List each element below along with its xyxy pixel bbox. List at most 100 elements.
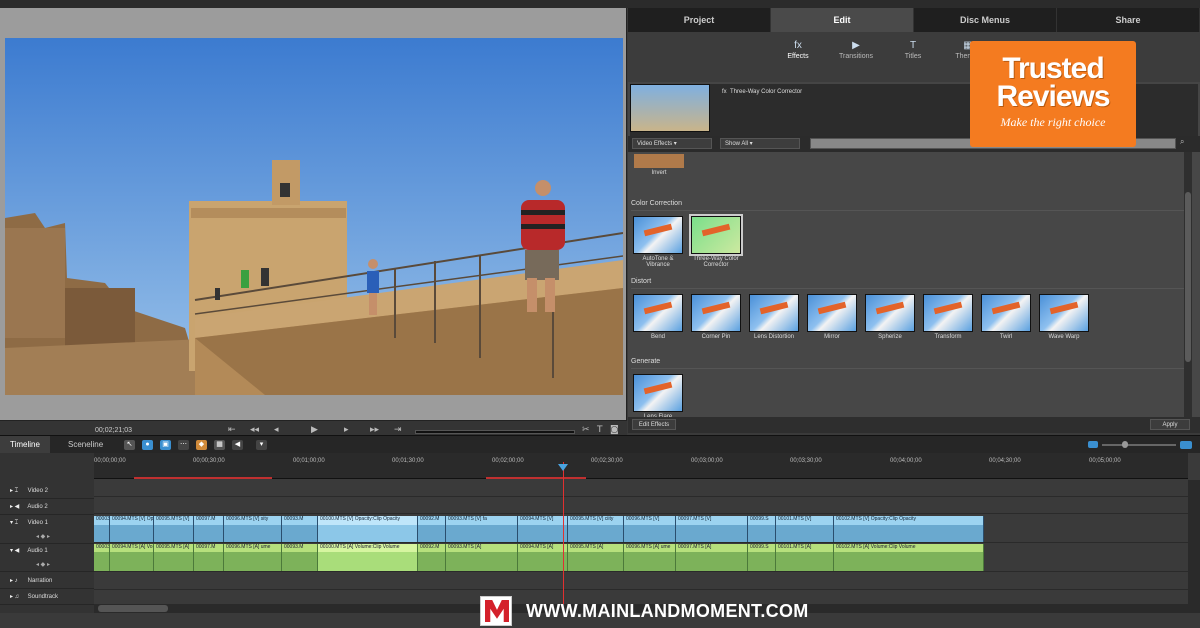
video-clip[interactable]: 00097.M (194, 516, 224, 542)
subtab-titles[interactable]: T Titles (883, 40, 943, 60)
volume-icon[interactable]: ◀ (232, 440, 243, 450)
zoom-in-icon[interactable] (1180, 441, 1192, 449)
audio-clip[interactable]: 00094.MTS [A] Volume:Clip Volume (110, 544, 154, 571)
track-narration[interactable] (94, 573, 1188, 590)
camera-icon[interactable]: ◙ (610, 425, 619, 435)
effect-transform[interactable]: Transform (921, 294, 975, 340)
audio-clip[interactable]: 00096.MTS [A] ume (624, 544, 676, 571)
audio-clip[interactable]: 00093.MTS [A] (446, 544, 518, 571)
effects-scrollbar[interactable] (1184, 152, 1192, 420)
effect-label: Wave Warp (1048, 334, 1080, 340)
goto-end-icon[interactable]: ⇥ (394, 425, 402, 435)
smart-icon[interactable]: ▣ (160, 440, 171, 450)
audio-clip[interactable]: 00101.MTS [A] (776, 544, 834, 571)
category-dropdown[interactable]: Video Effects ▾ (632, 138, 712, 149)
marker-drop-icon[interactable]: ▾ (256, 440, 267, 450)
search-icon[interactable]: ⌕ (1180, 137, 1184, 147)
track-audio-2[interactable] (94, 497, 1188, 514)
playhead[interactable] (563, 462, 564, 612)
play-icon[interactable]: ▶ (311, 425, 318, 435)
audio-clip[interactable]: 00100.MTS [A] Volume:Clip Volume (318, 544, 418, 571)
scrub-bar[interactable] (415, 430, 575, 434)
audio-clip[interactable]: 00092.M (418, 544, 446, 571)
video-clip[interactable]: 00097.MTS [V] (676, 516, 748, 542)
tab-sceneline[interactable]: Sceneline (58, 436, 113, 454)
video-clip[interactable]: 00094.MTS [V] Opacity:Clip Opacity (110, 516, 154, 542)
effect-bend[interactable]: Bend (631, 294, 685, 340)
video-clip[interactable]: 00095.MTS [V] ciity (568, 516, 624, 542)
video-preview[interactable] (5, 38, 623, 395)
timeline-vertical-scrollbar[interactable] (1188, 480, 1200, 613)
audio-clip[interactable]: 00097.MTS [A] (676, 544, 748, 571)
prev-frame-icon[interactable]: ◂ (274, 425, 279, 435)
show-dropdown[interactable]: Show All ▾ (720, 138, 800, 149)
zoom-slider-thumb[interactable] (1122, 441, 1128, 448)
video-clip[interactable]: 00095.MTS [V] (154, 516, 194, 542)
video-clip[interactable]: 00096.MTS [V] sity (224, 516, 282, 542)
clip-label: 00096.MTS [A] ume (226, 544, 271, 550)
rewind-start-icon[interactable]: ⇤ (228, 425, 236, 435)
video-clip[interactable]: 00100.MTS [V] Opacity:Clip Opacity (318, 516, 418, 542)
audio-clip[interactable]: 00095.MTS [A] (154, 544, 194, 571)
video-clip[interactable]: 00102.MTS [V] Opacity:Clip Opacity (834, 516, 984, 542)
track-video-2[interactable] (94, 480, 1188, 497)
effect-lens-distortion[interactable]: Lens Distortion (747, 294, 801, 340)
tab-project[interactable]: Project (628, 8, 771, 32)
video-clip[interactable]: 00003. (94, 516, 110, 542)
video-clip[interactable]: 00094.MTS [V] (518, 516, 568, 542)
tab-share[interactable]: Share (1057, 8, 1200, 32)
marker-icon[interactable]: ⋯ (178, 440, 189, 450)
zoom-out-icon[interactable] (1088, 441, 1098, 448)
effect-lens-flare[interactable]: Lens Flare (631, 374, 685, 420)
audio-clip[interactable]: 00099.S (748, 544, 776, 571)
track-header-audio-2[interactable]: ▸ ◀ Audio 2 (0, 499, 94, 515)
select-tool-icon[interactable]: ↖ (124, 440, 135, 450)
effect-three-way-color-corrector[interactable]: Three-Way Color Corrector (689, 214, 743, 268)
time-ruler[interactable]: 00;00;00;00 00;00;30;00 00;01;00;00 00;0… (94, 453, 1188, 479)
text-icon[interactable]: T (597, 425, 603, 435)
track-header-narration[interactable]: ▸ ♪ Narration (0, 573, 94, 589)
video-clip[interactable]: 00092.M (418, 516, 446, 542)
track-header-audio-1[interactable]: ▾ ◀ Audio 1 ◂ ◆ ▸ (0, 544, 94, 572)
chat-icon[interactable]: ● (142, 440, 153, 450)
audio-clip[interactable]: 00095.MTS [A] (568, 544, 624, 571)
effect-spherize[interactable]: Spherize (863, 294, 917, 340)
step-forward-icon[interactable]: ▸▸ (370, 425, 379, 435)
track-header-video-1[interactable]: ▾ ⌶ Video 1 ◂ ◆ ▸ (0, 516, 94, 544)
subtab-transitions[interactable]: ▶ Transitions (826, 40, 886, 60)
step-back-icon[interactable]: ◂◂ (250, 425, 259, 435)
effect-corner-pin[interactable]: Corner Pin (689, 294, 743, 340)
film-icon[interactable]: ▦ (214, 440, 225, 450)
next-frame-icon[interactable]: ▸ (344, 425, 349, 435)
tag-icon[interactable]: ◆ (196, 440, 207, 450)
audio-clip[interactable]: 00097.M (194, 544, 224, 571)
effect-twirl[interactable]: Twirl (979, 294, 1033, 340)
subtab-effects[interactable]: fx Effects (768, 40, 828, 60)
video-clip[interactable]: 00093.M (282, 516, 318, 542)
audio-clip[interactable]: 00102.MTS [A] Volume:Clip Volume (834, 544, 984, 571)
zoom-slider[interactable] (1102, 444, 1176, 446)
apply-button[interactable]: Apply (1150, 419, 1190, 430)
track-video-1[interactable]: 00003.00094.MTS [V] Opacity:Clip Opacity… (94, 516, 1188, 543)
tab-edit[interactable]: Edit (771, 8, 914, 32)
audio-clip[interactable]: 00094.MTS [A] (518, 544, 568, 571)
track-header-video-2[interactable]: ▸ ⌶ Video 2 (0, 483, 94, 499)
audio-clip[interactable]: 00096.MTS [A] ume (224, 544, 282, 571)
video-clip[interactable]: 00093.MTS [V] fa (446, 516, 518, 542)
video-clip[interactable]: 00099.S (748, 516, 776, 542)
effect-autotone-vibrance[interactable]: AutoTone & Vibrance (631, 216, 685, 268)
edit-effects-button[interactable]: Edit Effects (632, 419, 676, 430)
video-clip[interactable]: 00101.MTS [V] (776, 516, 834, 542)
audio-clip[interactable]: 00093.M (282, 544, 318, 571)
scrollbar-thumb[interactable] (1185, 192, 1191, 362)
effect-mirror[interactable]: Mirror (805, 294, 859, 340)
scissors-icon[interactable]: ✂ (582, 425, 590, 435)
track-area: 00003.00094.MTS [V] Opacity:Clip Opacity… (94, 480, 1188, 612)
track-audio-1[interactable]: 00003.00094.MTS [A] Volume:Clip Volume00… (94, 544, 1188, 572)
audio-clip[interactable]: 00003. (94, 544, 110, 571)
tab-disc-menus[interactable]: Disc Menus (914, 8, 1057, 32)
tab-timeline[interactable]: Timeline (0, 436, 50, 454)
video-clip[interactable]: 00096.MTS [V] (624, 516, 676, 542)
effect-invert[interactable]: Invert (632, 154, 686, 176)
effect-wave-warp[interactable]: Wave Warp (1037, 294, 1091, 340)
